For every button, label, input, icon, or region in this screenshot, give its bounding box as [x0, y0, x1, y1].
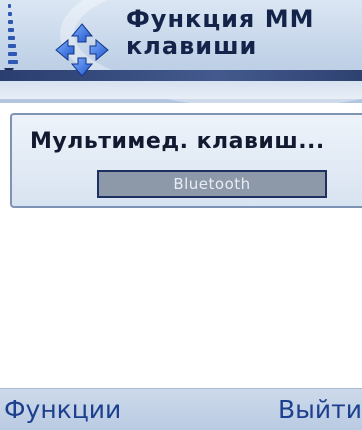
setting-item-value: Bluetooth	[97, 170, 327, 198]
header-lower-band	[0, 81, 362, 99]
directional-arrows-icon	[55, 23, 109, 77]
setting-item-multimedia-key[interactable]: Мультимед. клавиш... Bluetooth	[10, 113, 362, 208]
exit-softkey[interactable]: Выйти	[278, 395, 362, 424]
settings-list: Мультимед. клавиш... Bluetooth	[0, 103, 362, 388]
title-line-1: Функция ММ	[126, 5, 315, 33]
setting-item-label: Мультимед. клавиш...	[30, 129, 325, 154]
title-line-2: клавиши	[126, 32, 258, 60]
options-softkey[interactable]: Функции	[4, 395, 121, 424]
header: Функция ММ клавиши	[0, 0, 362, 103]
softkey-bar: Функции Выйти	[0, 388, 362, 430]
page-title: Функция ММ клавиши	[126, 6, 356, 60]
